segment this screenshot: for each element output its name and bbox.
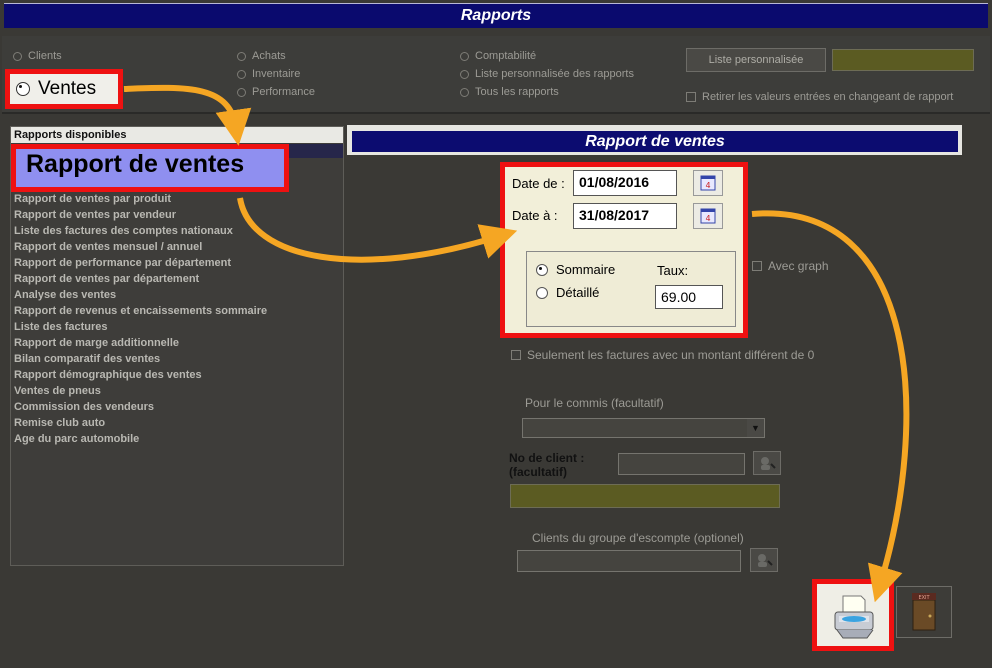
annotation-arrows (123, 84, 910, 603)
arrow-dates-to-print (751, 210, 910, 603)
arrow-report-to-dates (237, 197, 518, 263)
arrow-ventes-to-report (123, 84, 252, 146)
